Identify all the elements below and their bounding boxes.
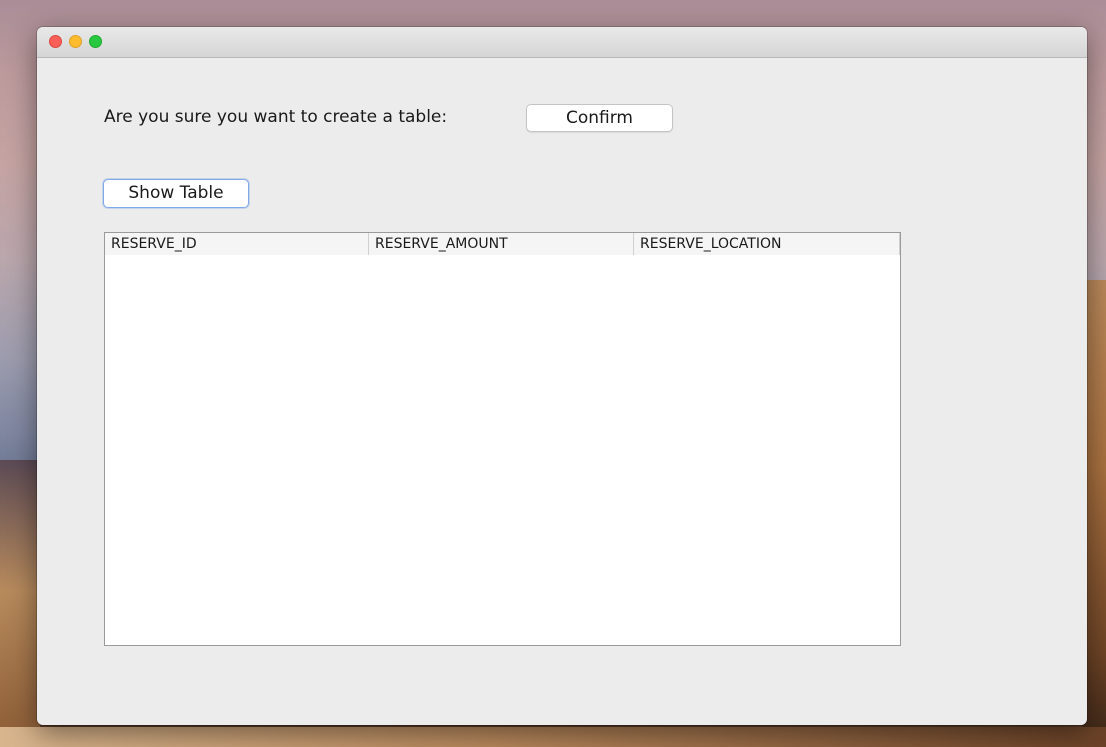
desktop-wallpaper-left: [0, 460, 40, 747]
minimize-window-button[interactable]: [69, 35, 82, 48]
confirm-button[interactable]: Confirm: [526, 104, 673, 132]
desktop-wallpaper-bottom: [0, 727, 1106, 747]
app-window: Are you sure you want to create a table:…: [37, 27, 1087, 725]
maximize-window-button[interactable]: [89, 35, 102, 48]
close-window-button[interactable]: [49, 35, 62, 48]
title-bar[interactable]: [37, 27, 1087, 58]
table-header: RESERVE_ID RESERVE_AMOUNT RESERVE_LOCATI…: [105, 233, 900, 255]
show-table-button[interactable]: Show Table: [103, 179, 249, 208]
column-header-reserve-amount[interactable]: RESERVE_AMOUNT: [369, 233, 634, 255]
table-body[interactable]: [105, 255, 900, 645]
column-header-reserve-location[interactable]: RESERVE_LOCATION: [634, 233, 900, 255]
column-header-reserve-id[interactable]: RESERVE_ID: [105, 233, 369, 255]
reserve-table[interactable]: RESERVE_ID RESERVE_AMOUNT RESERVE_LOCATI…: [104, 232, 901, 646]
create-table-prompt: Are you sure you want to create a table:: [104, 107, 448, 127]
